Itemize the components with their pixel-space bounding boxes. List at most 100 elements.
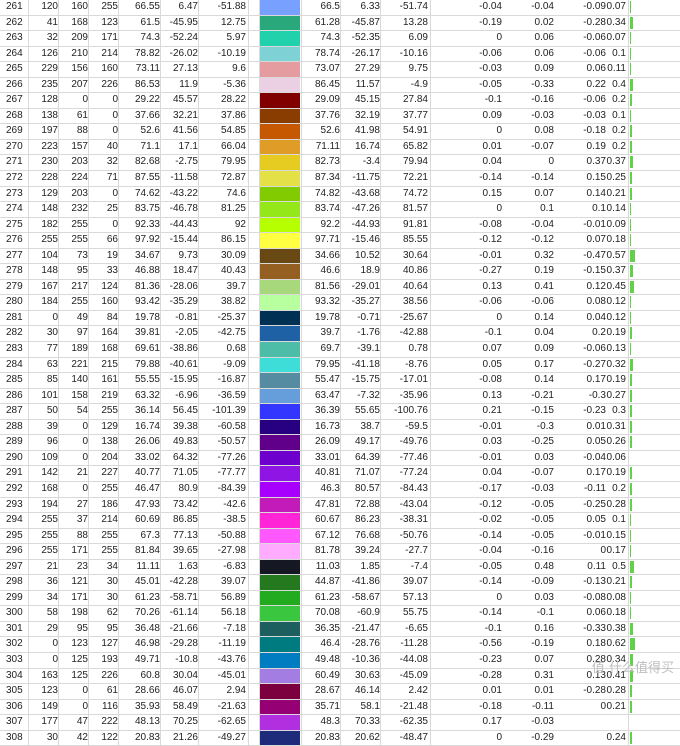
delta-e-bar [630,358,633,371]
color-swatch [260,388,300,404]
delta-e-bar [630,607,631,620]
cell-b: 204 [101,451,118,463]
table-row: 291 142 21 227 40.77 71.05 -77.77 40.81 71.07 -77… [0,466,680,482]
color-swatch [260,310,300,326]
cell-L: 28.66 [134,685,160,697]
cell-L2: 35.71 [314,700,340,712]
delta-e-bar [630,187,632,200]
table-row: 269 197 88 0 52.6 41.56 54.85 52.6 41.98 54.91 0 0.… [0,124,680,140]
cell-a2: -47.26 [351,203,380,215]
table-row: 296 255 171 255 81.84 39.65 -27.98 81.78 39.24 -2… [0,544,680,560]
cell-b: 0 [112,218,118,230]
cell-d1: -0.17 [479,482,502,494]
table-row: 305 123 0 61 28.66 46.07 2.94 28.67 46.14 2.42 0.0… [0,684,680,700]
cell-d1: 0 [496,731,502,743]
cell-b2: -10.16 [399,47,428,59]
color-swatch [260,637,300,652]
cell-a: 11.9 [179,78,198,90]
delta-e-bar [630,389,632,402]
cell-d1: 0.03 [482,436,502,448]
cell-d2: 0.04 [534,327,554,339]
cell-r: 184 [41,296,58,308]
cell-L: 36.14 [134,405,160,417]
cell-d2: 0 [548,156,554,168]
cell-L: 49.71 [134,653,160,665]
cell-L: 81.84 [134,545,160,557]
cell-b2: -77.46 [399,451,428,463]
cell-d2: -0.33 [531,78,554,90]
cell-b2: -8.76 [405,358,428,370]
cell-L2: 87.34 [314,172,340,184]
cell-a2: 86.23 [354,514,380,526]
cell-bb: -77.77 [217,467,246,479]
cell-d1: 0.01 [482,140,502,152]
color-swatch [260,62,300,77]
cell-L2: 86.45 [314,78,340,90]
color-swatch [260,233,300,248]
color-swatch [260,559,300,575]
color-swatch [260,466,300,481]
cell-d1: 0.09 [482,109,502,121]
cell-de: 0.15 [606,529,626,541]
table-row: 300 58 198 62 70.26 -61.14 56.18 70.08 -60.9 55.7… [0,606,680,622]
cell-id: 299 [6,591,23,603]
cell-L2: 67.12 [314,529,340,541]
color-swatch [260,684,300,699]
cell-de: 0.06 [606,451,626,463]
cell-b: 138 [101,436,118,448]
cell-de: 0.19 [606,467,626,479]
delta-e-bar [630,109,631,122]
cell-a2: -7.32 [357,389,380,401]
cell-a: 46.07 [172,685,198,697]
table-row: 268 138 61 0 37.66 32.21 37.86 37.76 32.19 37.77 0… [0,108,680,125]
color-swatch [260,139,300,155]
cell-d1: -0.23 [479,653,502,665]
cell-a: -6.96 [175,389,198,401]
cell-bb: -77.26 [217,451,246,463]
cell-a2: -26.17 [351,47,380,59]
cell-d2: -0.03 [531,109,554,121]
cell-b: 71 [106,172,118,184]
color-swatch [260,373,300,388]
cell-b2: -48.47 [399,731,428,743]
cell-bb: -51.88 [217,1,246,12]
color-swatch [260,481,300,497]
cell-L: 39.81 [134,327,160,339]
cell-de: 0.2 [612,125,626,137]
cell-g: 0 [82,482,88,494]
color-swatch [260,404,300,419]
cell-g: 95 [76,265,88,277]
cell-L: 92.33 [134,218,160,230]
table-row: 308 30 42 122 20.83 21.26 -49.27 20.83 20.62 -48.… [0,730,680,746]
delta-e-bar [630,327,632,340]
table-row: 292 168 0 255 46.47 80.9 -84.39 46.3 80.57 -84.43… [0,481,680,498]
cell-de: 0.18 [606,607,626,619]
cell-r: 30 [46,327,58,339]
table-row: 283 77 189 168 69.61 -38.86 0.68 69.7 -39.1 0.78 0… [0,342,680,358]
cell-a2: -28.76 [351,638,380,650]
cell-b2: -77.24 [399,467,428,479]
cell-b2: 2.42 [408,685,428,697]
cell-b2: 0.78 [408,343,428,355]
cell-bb: 74.6 [226,187,246,199]
cell-bb: -42.75 [217,327,246,339]
cell-d2: -0.19 [531,638,554,650]
cell-a: -10.8 [175,653,198,665]
cell-d1: 0 [496,203,502,215]
cell-r: 50 [46,405,58,417]
cell-d2: 0.03 [534,451,554,463]
cell-a: -15.44 [169,234,198,246]
cell-L2: 19.78 [314,311,340,323]
cell-bb: -60.58 [217,420,246,432]
cell-bb: -6.83 [223,560,246,572]
delta-e-bar [630,280,634,293]
table-row: 277 104 73 19 34.67 9.73 30.09 34.66 10.52 30.64 -… [0,248,680,265]
cell-L2: 79.95 [314,358,340,370]
cell-L2: 29.09 [314,94,340,106]
cell-b: 0 [112,94,118,106]
cell-bb: -43.76 [217,653,246,665]
cell-b: 32 [106,156,118,168]
cell-bb: 79.95 [220,156,246,168]
cell-d2: -0.07 [531,140,554,152]
cell-d2: 0.41 [534,280,554,292]
